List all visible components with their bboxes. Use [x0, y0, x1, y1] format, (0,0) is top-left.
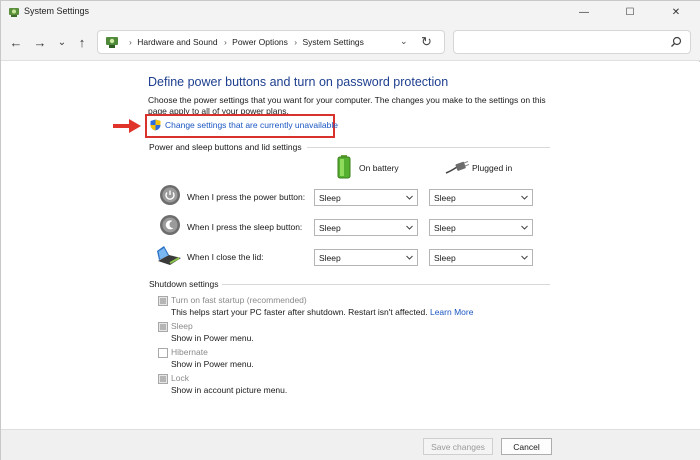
sleep-label: Sleep: [171, 321, 193, 331]
chevron-down-icon: [406, 225, 413, 230]
fast-startup-label: Turn on fast startup (recommended): [171, 295, 307, 305]
change-settings-link[interactable]: Change settings that are currently unava…: [150, 119, 338, 131]
on-battery-header: On battery: [359, 163, 399, 173]
control-panel-icon: [106, 37, 118, 48]
section-divider: [222, 284, 550, 285]
sleep-button-battery-select[interactable]: Sleep: [314, 219, 418, 236]
chevron-down-icon: [406, 195, 413, 200]
recent-locations-button[interactable]: ⌄: [53, 33, 71, 51]
breadcrumb-separator: ›: [223, 37, 227, 47]
footer-bar: Save changes Cancel: [1, 429, 700, 460]
power-plug-icon: [445, 161, 469, 174]
hibernate-description: Show in Power menu.: [171, 359, 254, 369]
breadcrumb-separator: ›: [129, 37, 132, 47]
sleep-button-icon: [160, 215, 180, 235]
section-divider: [307, 147, 550, 148]
lock-description: Show in account picture menu.: [171, 385, 288, 395]
sleep-button-plugged-select[interactable]: Sleep: [429, 219, 533, 236]
chevron-down-icon: [406, 255, 413, 260]
chevron-down-icon: [521, 195, 528, 200]
power-button-battery-select[interactable]: Sleep: [314, 189, 418, 206]
battery-icon: [337, 155, 351, 179]
select-value: Sleep: [319, 253, 341, 263]
plugged-in-header: Plugged in: [472, 163, 513, 173]
sleep-checkbox[interactable]: [158, 322, 168, 332]
chevron-down-icon: [521, 255, 528, 260]
select-value: Sleep: [319, 193, 341, 203]
close-lid-plugged-select[interactable]: Sleep: [429, 249, 533, 266]
uac-shield-icon: [150, 119, 161, 131]
back-button[interactable]: ←: [7, 33, 25, 51]
system-settings-window: System Settings — ☐ ✕ ← → ⌄ ↑ › Hardware…: [0, 0, 700, 460]
navigation-bar: ← → ⌄ ↑ › Hardware and Sound › Power Opt…: [1, 23, 700, 61]
red-arrow-annotation: [113, 119, 141, 133]
sleep-button-label: When I press the sleep button:: [187, 222, 303, 232]
close-lid-label: When I close the lid:: [187, 252, 264, 262]
address-dropdown-button[interactable]: ⌄: [400, 36, 408, 47]
hibernate-checkbox[interactable]: [158, 348, 168, 358]
control-panel-icon: [9, 8, 19, 17]
breadcrumb-item[interactable]: Hardware and Sound: [137, 37, 217, 47]
up-button[interactable]: ↑: [73, 33, 91, 51]
power-button-label: When I press the power button:: [187, 192, 306, 202]
minimize-button[interactable]: —: [561, 1, 607, 23]
sleep-description: Show in Power menu.: [171, 333, 254, 343]
cancel-button[interactable]: Cancel: [501, 438, 552, 455]
shutdown-section-title: Shutdown settings: [149, 279, 219, 289]
forward-button[interactable]: →: [31, 33, 49, 51]
address-bar[interactable]: › Hardware and Sound › Power Options › S…: [97, 30, 445, 54]
search-icon: [671, 36, 682, 47]
select-value: Sleep: [434, 223, 456, 233]
power-button-plugged-select[interactable]: Sleep: [429, 189, 533, 206]
laptop-lid-icon: [157, 246, 181, 265]
breadcrumb-separator: ›: [294, 37, 298, 47]
fast-startup-description-text: This helps start your PC faster after sh…: [171, 307, 428, 317]
hibernate-label: Hibernate: [171, 347, 208, 357]
learn-more-link[interactable]: Learn More: [430, 307, 473, 317]
breadcrumb-item[interactable]: System Settings: [303, 37, 364, 47]
search-box[interactable]: [453, 30, 691, 54]
window-title: System Settings: [24, 6, 90, 16]
main-content: Define power buttons and turn on passwor…: [1, 62, 700, 429]
breadcrumb: › Hardware and Sound › Power Options › S…: [128, 37, 367, 47]
select-value: Sleep: [434, 253, 456, 263]
lock-checkbox[interactable]: [158, 374, 168, 384]
maximize-button[interactable]: ☐: [607, 1, 653, 23]
power-button-icon: [160, 185, 180, 205]
save-changes-button[interactable]: Save changes: [423, 438, 493, 455]
change-settings-link-text[interactable]: Change settings that are currently unava…: [165, 120, 338, 130]
chevron-down-icon: [521, 225, 528, 230]
refresh-button[interactable]: ↻: [421, 34, 432, 50]
title-bar: System Settings — ☐ ✕: [1, 1, 700, 23]
select-value: Sleep: [319, 223, 341, 233]
fast-startup-checkbox[interactable]: [158, 296, 168, 306]
select-value: Sleep: [434, 193, 456, 203]
fast-startup-description: This helps start your PC faster after sh…: [171, 307, 473, 317]
close-button[interactable]: ✕: [653, 1, 699, 23]
lock-label: Lock: [171, 373, 189, 383]
power-section-title: Power and sleep buttons and lid settings: [149, 142, 302, 152]
page-title: Define power buttons and turn on passwor…: [148, 75, 449, 89]
breadcrumb-item[interactable]: Power Options: [232, 37, 288, 47]
close-lid-battery-select[interactable]: Sleep: [314, 249, 418, 266]
